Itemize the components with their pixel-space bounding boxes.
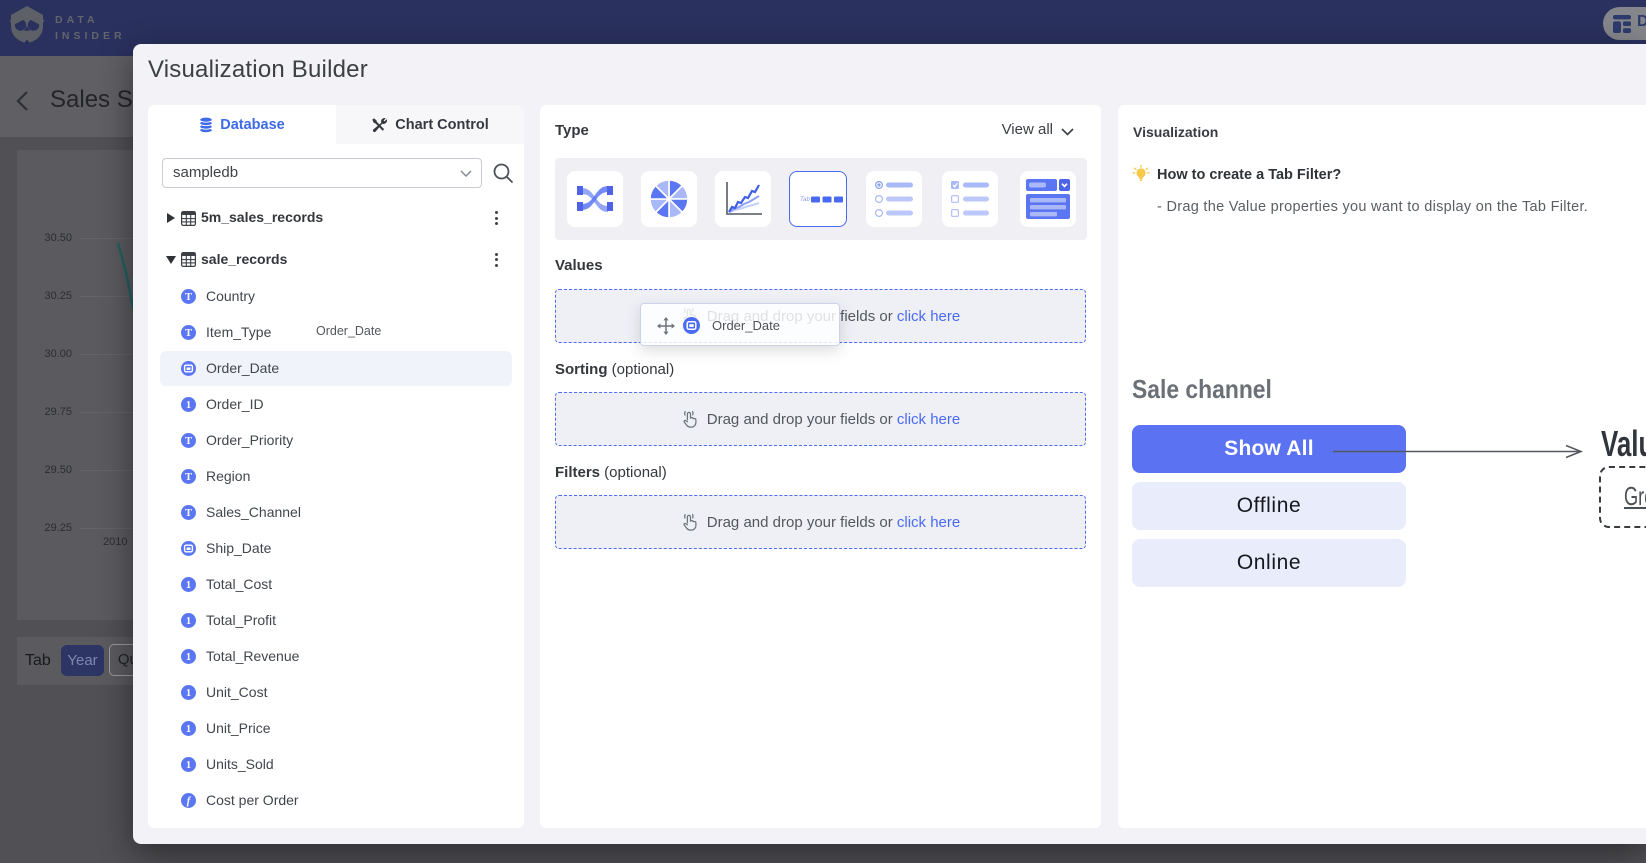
svg-text:T: T: [185, 472, 192, 483]
svg-text:T: T: [185, 292, 192, 303]
svg-text:1: 1: [186, 616, 191, 627]
svg-text:1: 1: [186, 580, 191, 591]
svg-text:1: 1: [186, 688, 191, 699]
svg-text:1: 1: [186, 652, 191, 663]
svg-text:1: 1: [186, 724, 191, 735]
svg-text:1: 1: [186, 760, 191, 771]
svg-text:1: 1: [186, 400, 191, 411]
svg-text:T: T: [185, 508, 192, 519]
svg-text:T: T: [185, 328, 192, 339]
svg-text:T: T: [185, 436, 192, 447]
